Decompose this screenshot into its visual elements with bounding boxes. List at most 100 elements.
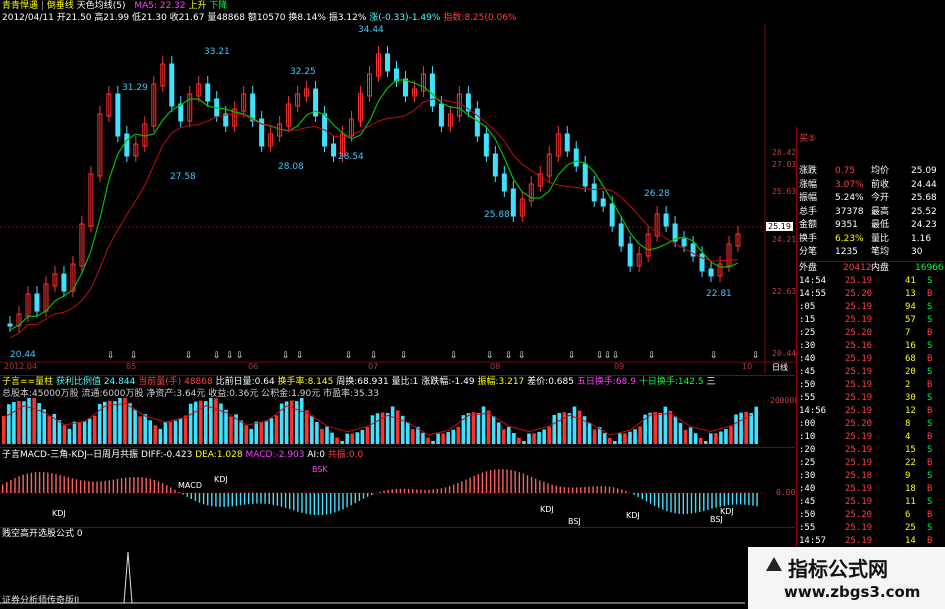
tab-indicator-1[interactable]: 青青悍遇 bbox=[2, 1, 38, 11]
macd-bar bbox=[633, 493, 635, 495]
vol-ratio-prev: 比前日量:0.64 bbox=[215, 377, 275, 387]
event-marker-icon[interactable]: ⇩ bbox=[518, 351, 526, 361]
quote-row: 振幅 5.24% 今开 25.68 bbox=[799, 193, 937, 203]
volume-bar bbox=[128, 403, 132, 444]
macd-bar bbox=[723, 493, 725, 506]
current-volume: 当前量(手) 48868 bbox=[138, 377, 213, 387]
event-marker-icon[interactable]: ⇩ bbox=[752, 351, 760, 361]
volume-bar bbox=[618, 433, 622, 444]
turnover-rate: 换手率:8.145 bbox=[277, 377, 334, 387]
volume-bar bbox=[113, 401, 117, 444]
tick-row: :30 25.18 9 S bbox=[799, 471, 933, 481]
macd-chart[interactable]: KDJMACDKDJBSKKDJBSJKDJ BSJKDJ bbox=[0, 460, 765, 526]
volume-bar bbox=[476, 413, 481, 444]
ohlc-index: 指数:8.25(0.06% bbox=[443, 13, 517, 23]
candle-body bbox=[34, 293, 40, 312]
date-tick: 05 bbox=[126, 362, 137, 371]
candle-body bbox=[510, 188, 516, 217]
macd-indicator-name[interactable]: 子言MACD-三角-KDJ--日周月共振 bbox=[2, 450, 138, 460]
macd-signal-label: KDJ bbox=[626, 511, 640, 520]
macd-bar bbox=[727, 493, 730, 506]
volume-bar bbox=[698, 437, 703, 444]
event-marker-icon[interactable]: ⇩ bbox=[185, 351, 193, 361]
volume-bar bbox=[47, 416, 52, 444]
macd-bar bbox=[485, 471, 488, 493]
volume-bar bbox=[613, 440, 617, 444]
volume-bar bbox=[709, 433, 713, 444]
watermark-logo-icon bbox=[766, 557, 782, 571]
lower-indicator-chart[interactable] bbox=[0, 540, 745, 608]
candle-body bbox=[663, 213, 669, 227]
quote-row: 金额 9351 最低 24.23 bbox=[799, 220, 937, 230]
macd-bar bbox=[498, 469, 500, 493]
price-annotation: 28.54 bbox=[338, 152, 364, 162]
volume-bar bbox=[411, 429, 415, 444]
macd-bar bbox=[645, 493, 648, 502]
tick-row: :45 25.19 20 S bbox=[799, 367, 933, 377]
price-axis-3: 25.63 bbox=[772, 187, 797, 196]
macd-bar bbox=[297, 493, 299, 512]
event-marker-icon[interactable]: ⇩ bbox=[400, 351, 408, 361]
volume-bar bbox=[355, 432, 360, 444]
event-marker-icon[interactable]: ⇩ bbox=[710, 351, 718, 361]
price-annotation: 31.29 bbox=[122, 83, 148, 93]
candle-body bbox=[492, 153, 498, 177]
macd-bar bbox=[510, 470, 512, 493]
event-marker-icon[interactable]: ⇩ bbox=[604, 351, 612, 361]
volume-chart[interactable] bbox=[0, 398, 765, 446]
tab-indicator-2[interactable]: 倒垂线 bbox=[47, 1, 74, 11]
tab-indicator-3[interactable]: 天色均线(5) bbox=[77, 1, 126, 11]
event-marker-icon[interactable]: ⇩ bbox=[612, 351, 620, 361]
event-marker-icon[interactable]: ⇩ bbox=[505, 351, 513, 361]
volume-bar bbox=[441, 433, 445, 444]
tick-row: :20 25.19 15 S bbox=[799, 445, 933, 455]
volume-bar bbox=[385, 413, 390, 444]
candle-body bbox=[384, 53, 390, 72]
tick-row: 14:55 25.20 13 B bbox=[799, 289, 933, 299]
event-marker-icon[interactable]: ⇩ bbox=[130, 351, 138, 361]
volume-indicator-name[interactable]: 子言==量柱 bbox=[2, 377, 53, 387]
event-marker-icon[interactable]: ⇩ bbox=[226, 351, 234, 361]
lower-indicator-title[interactable]: 贱空高开选股公式 0 bbox=[2, 529, 83, 540]
macd-bar bbox=[477, 474, 479, 493]
volume-bar bbox=[481, 406, 486, 444]
candle-body bbox=[169, 63, 175, 107]
ohlc-bar: 2012/04/11 开21.50 高21.99 低21.30 收21.67 量… bbox=[2, 13, 517, 24]
event-marker-icon[interactable]: ⇩ bbox=[648, 351, 656, 361]
event-marker-icon[interactable]: ⇩ bbox=[486, 351, 494, 361]
event-marker-icon[interactable]: ⇩ bbox=[296, 351, 304, 361]
price-annotation: 25.88 bbox=[484, 210, 510, 220]
macd-bar bbox=[198, 493, 201, 503]
event-marker-icon[interactable]: ⇩ bbox=[596, 351, 604, 361]
watermark-title: 指标公式网 bbox=[788, 557, 888, 581]
macd-bar bbox=[608, 486, 611, 493]
macd-bar bbox=[182, 493, 184, 495]
event-marker-icon[interactable]: ⇩ bbox=[213, 351, 221, 361]
macd-bar bbox=[666, 493, 668, 512]
event-marker-icon[interactable]: ⇩ bbox=[107, 351, 115, 361]
event-marker-icon[interactable]: ⇩ bbox=[568, 351, 576, 361]
tick-row: 14:56 25.19 12 B bbox=[799, 406, 933, 416]
macd-bar bbox=[412, 489, 414, 493]
event-marker-icon[interactable]: ⇩ bbox=[370, 351, 378, 361]
event-marker-icon[interactable]: ⇩ bbox=[236, 351, 244, 361]
event-marker-icon[interactable]: ⇩ bbox=[450, 351, 458, 361]
price-annotation: 27.58 bbox=[170, 172, 196, 182]
event-marker-icon[interactable]: ⇩ bbox=[345, 351, 353, 361]
volume-bar bbox=[714, 433, 718, 444]
macd-signal-label: MACD bbox=[178, 481, 202, 490]
macd-bar bbox=[748, 493, 750, 506]
candle-body bbox=[124, 133, 130, 157]
candlestick-chart[interactable]: 33.21 31.29 32.25 27.58 28.08 28.54 34.44 25.88… bbox=[0, 24, 795, 374]
volume-bar bbox=[168, 421, 173, 444]
volume-bar bbox=[517, 437, 521, 444]
date-axis: 2012.04 05 06 07 08 09 10 日线 bbox=[0, 362, 795, 372]
five-day-turnover: 五日换手:68.9 bbox=[576, 377, 636, 387]
price-annotation: 20.44 bbox=[10, 350, 36, 360]
volume-bar bbox=[103, 401, 107, 444]
event-marker-icon[interactable]: ⇩ bbox=[282, 351, 290, 361]
period-label[interactable]: 日线 bbox=[772, 362, 788, 373]
macd-bar bbox=[10, 479, 12, 493]
macd-bar bbox=[686, 493, 689, 514]
volume-bar bbox=[557, 412, 562, 444]
